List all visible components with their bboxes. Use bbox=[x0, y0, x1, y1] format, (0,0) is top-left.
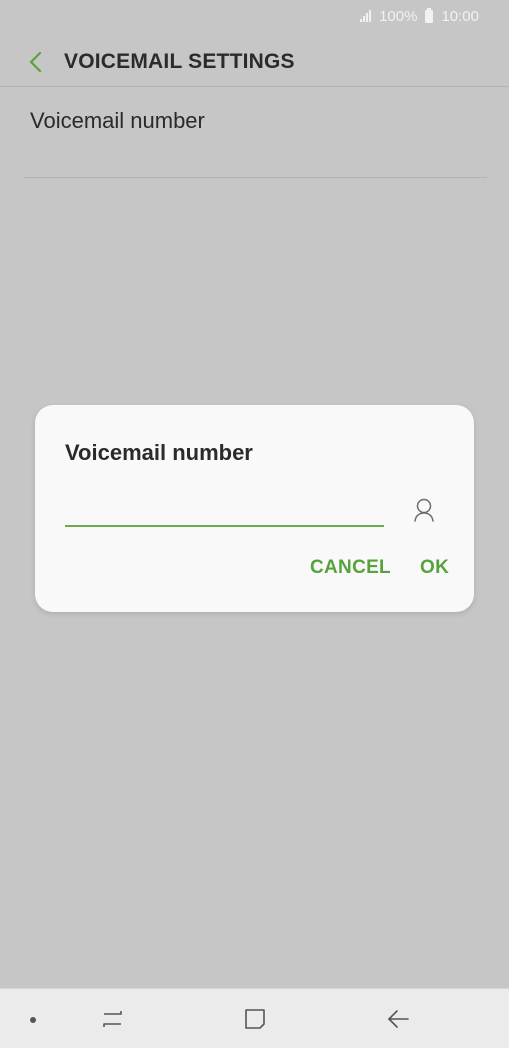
chevron-left-icon bbox=[29, 51, 42, 73]
voicemail-number-dialog: Voicemail number CANCEL OK bbox=[35, 405, 474, 612]
voicemail-number-input[interactable] bbox=[65, 493, 384, 527]
navigation-bar bbox=[0, 988, 509, 1048]
cancel-button[interactable]: CANCEL bbox=[310, 557, 391, 579]
recent-apps-button[interactable] bbox=[98, 1005, 128, 1033]
list-item-label: Voicemail number bbox=[30, 108, 205, 133]
back-arrow-icon bbox=[388, 1010, 409, 1028]
home-button[interactable] bbox=[240, 1005, 270, 1033]
home-icon bbox=[245, 1009, 265, 1029]
clock: 10:00 bbox=[441, 7, 479, 25]
signal-icon bbox=[360, 10, 372, 22]
back-nav-button[interactable] bbox=[383, 1005, 413, 1033]
recent-apps-icon bbox=[103, 1011, 122, 1027]
page-title: VOICEMAIL SETTINGS bbox=[64, 50, 295, 73]
status-bar: 100% 10:00 bbox=[0, 0, 509, 32]
list-item-voicemail-number[interactable]: Voicemail number bbox=[23, 88, 487, 178]
battery-percent: 100% bbox=[379, 7, 418, 25]
app-header: VOICEMAIL SETTINGS bbox=[0, 38, 509, 87]
back-button[interactable] bbox=[16, 42, 56, 82]
ok-button[interactable]: OK bbox=[420, 557, 449, 579]
contact-icon bbox=[414, 498, 434, 522]
screen: 100% 10:00 VOICEMAIL SETTINGS Voicemail … bbox=[0, 0, 509, 1048]
dialog-title: Voicemail number bbox=[65, 440, 253, 465]
battery-icon bbox=[425, 7, 434, 23]
contact-picker-button[interactable] bbox=[409, 495, 439, 525]
dot-icon[interactable] bbox=[30, 1017, 36, 1023]
